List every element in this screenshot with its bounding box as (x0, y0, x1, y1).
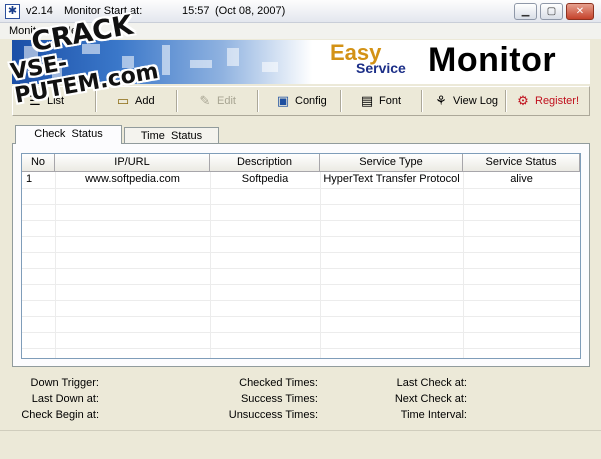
font-icon: ▤ (360, 93, 374, 108)
toolbar-separator (176, 90, 178, 112)
grid-line (22, 204, 580, 205)
font-button[interactable]: ▤ Font (359, 90, 401, 112)
list-header: No IP/URL Description Service Type Servi… (22, 154, 580, 172)
monitor-start-label: Monitor Start at: (64, 5, 143, 17)
column-header-no[interactable]: No (22, 154, 55, 172)
banner-monitor: Monitor (428, 41, 557, 79)
view-log-button-label: View Log (453, 95, 499, 107)
cell-description: Softpedia (241, 173, 289, 185)
close-icon[interactable]: ✕ (566, 3, 594, 20)
grid-line (22, 236, 580, 237)
title-bar: ✱ v2.14 Monitor Start at: 15:57 (Oct 08,… (0, 0, 601, 23)
grid-line (22, 316, 580, 317)
column-header-service-status[interactable]: Service Status (463, 154, 580, 172)
toolbar-separator (257, 90, 259, 112)
toolbar: ☰ List ▭ Add ✎ Edit ▣ Config ▤ Font ⚘ Vi… (12, 86, 590, 116)
tab-check-status-label: Check Status (34, 128, 103, 140)
add-button[interactable]: ▭ Add (115, 90, 155, 112)
last-down-label: Last Down at: (31, 393, 99, 405)
banner-service: Service (356, 60, 406, 76)
grid-line (22, 268, 580, 269)
grid-line (22, 300, 580, 301)
app-star-icon[interactable]: ✱ (5, 4, 20, 19)
table-row[interactable]: 1 www.softpedia.com Softpedia HyperText … (22, 172, 580, 188)
config-icon: ▣ (276, 93, 290, 108)
cell-service-status: alive (510, 173, 533, 185)
tab-time-status-label: Time Status (140, 130, 203, 142)
grid-line (22, 188, 580, 189)
last-check-label: Last Check at: (396, 377, 467, 389)
add-icon: ▭ (116, 93, 130, 108)
maximize-icon[interactable]: ▢ (540, 3, 563, 20)
register-button-label: Register! (535, 95, 580, 107)
next-check-label: Next Check at: (394, 393, 467, 405)
check-begin-label: Check Begin at: (21, 409, 99, 421)
minimize-icon[interactable]: ▁ (514, 3, 537, 20)
banner-graphic (12, 40, 312, 84)
config-button-label: Config (295, 95, 327, 107)
column-header-service-type[interactable]: Service Type (320, 154, 463, 172)
grid-line (210, 172, 211, 358)
toolbar-separator (505, 90, 507, 112)
monitor-start-date: (Oct 08, 2007) (215, 5, 286, 17)
register-icon: ⚙ (517, 93, 529, 108)
banner: Easy Service Monitor (12, 40, 590, 84)
font-button-label: Font (379, 95, 402, 107)
service-list[interactable]: No IP/URL Description Service Type Servi… (21, 153, 581, 359)
toolbar-separator (95, 90, 97, 112)
menu-bar: Monitor Help (0, 23, 601, 39)
cell-ip-url: www.softpedia.com (85, 173, 180, 185)
grid-line (55, 172, 56, 358)
edit-button[interactable]: ✎ Edit (197, 90, 236, 112)
toolbar-separator (421, 90, 423, 112)
edit-icon: ✎ (199, 93, 211, 108)
view-log-button[interactable]: ⚘ View Log (433, 90, 498, 112)
menu-help[interactable]: Help (63, 24, 86, 38)
register-button[interactable]: ⚙ Register! (515, 90, 579, 112)
status-info: Down Trigger: Last Down at: Check Begin … (12, 372, 590, 426)
config-button[interactable]: ▣ Config (275, 90, 327, 112)
window-version: v2.14 (26, 5, 53, 17)
cell-no: 1 (26, 173, 33, 185)
time-interval-label: Time Interval: (400, 409, 467, 421)
menu-monitor[interactable]: Monitor (9, 24, 46, 38)
add-button-label: Add (135, 95, 155, 107)
grid-line (22, 348, 580, 349)
list-button-label: List (47, 95, 65, 107)
monitor-start-time: 15:57 (182, 5, 210, 17)
checked-times-label: Checked Times: (239, 377, 318, 389)
toolbar-separator (340, 90, 342, 112)
grid-line (22, 220, 580, 221)
cell-service-type: HyperText Transfer Protocol (323, 173, 460, 185)
column-header-description[interactable]: Description (210, 154, 320, 172)
status-bar (0, 430, 601, 459)
grid-line (22, 332, 580, 333)
list-icon: ☰ (29, 93, 41, 108)
tab-check-status[interactable]: Check Status (15, 125, 122, 144)
success-times-label: Success Times: (240, 393, 318, 405)
unsuccess-times-label: Unsuccess Times: (228, 409, 318, 421)
grid-line (320, 172, 321, 358)
list-button[interactable]: ☰ List (27, 90, 64, 112)
view-log-icon: ⚘ (435, 93, 447, 108)
grid-line (22, 252, 580, 253)
grid-line (463, 172, 464, 358)
down-trigger-label: Down Trigger: (30, 377, 99, 389)
edit-button-label: Edit (217, 95, 236, 107)
column-header-ip-url[interactable]: IP/URL (55, 154, 210, 172)
grid-line (22, 284, 580, 285)
